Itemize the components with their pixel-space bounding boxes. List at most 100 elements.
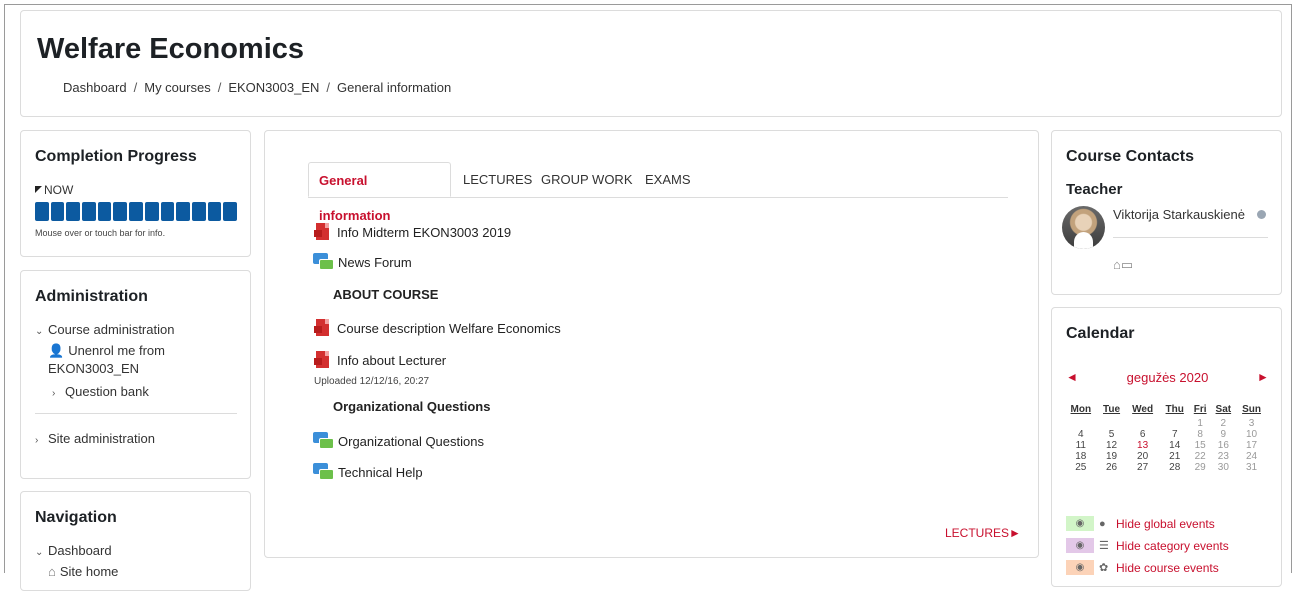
calendar-day[interactable]: 9: [1211, 429, 1236, 440]
progress-segment[interactable]: [144, 202, 159, 221]
activity-news-forum[interactable]: News Forum: [313, 253, 412, 271]
calendar-day[interactable]: 26: [1098, 462, 1126, 473]
chevron-right-icon: ›: [35, 435, 39, 446]
upload-date: Uploaded 12/12/16, 20:27: [314, 376, 430, 387]
calendar-day[interactable]: 11: [1064, 440, 1098, 451]
calendar-day[interactable]: 8: [1190, 429, 1211, 440]
activity-label: Organizational Questions: [338, 433, 484, 449]
now-indicator: NOW: [35, 183, 73, 197]
progress-bar[interactable]: [35, 202, 237, 221]
course-administration-node[interactable]: ⌄ Course administration: [35, 322, 174, 337]
hide-category-events-label: Hide category events: [1116, 538, 1229, 553]
tab-exams[interactable]: EXAMS: [635, 162, 701, 197]
chevron-right-icon: ›: [52, 388, 56, 399]
calendar-day[interactable]: 21: [1160, 451, 1190, 462]
calendar-day[interactable]: 22: [1190, 451, 1211, 462]
progress-segment[interactable]: [82, 202, 96, 221]
breadcrumb-course[interactable]: EKON3003_EN: [228, 80, 319, 95]
calendar-day[interactable]: 7: [1160, 429, 1190, 440]
pdf-icon: [314, 319, 330, 338]
unenrol-link[interactable]: 👤 Unenrol me from: [48, 343, 165, 359]
course-icon: ✿: [1099, 561, 1109, 574]
calendar-day[interactable]: 18: [1064, 451, 1098, 462]
breadcrumb-my-courses[interactable]: My courses: [144, 80, 210, 95]
progress-segment[interactable]: [113, 202, 128, 221]
breadcrumb-separator: /: [326, 80, 331, 95]
teacher-role-label: Teacher: [1066, 181, 1123, 198]
unenrol-link-line2[interactable]: EKON3003_EN: [48, 361, 139, 376]
progress-segment[interactable]: [129, 202, 143, 221]
home-icon: ⌂: [48, 564, 56, 579]
calendar-day[interactable]: 3: [1236, 418, 1267, 429]
progress-segment[interactable]: [176, 202, 190, 221]
breadcrumb-current[interactable]: General information: [337, 80, 451, 95]
course-contacts-block: Course Contacts Teacher Viktorija Starka…: [1051, 130, 1282, 295]
hide-global-events[interactable]: ◉ ● Hide global events: [1066, 516, 1215, 531]
nav-dashboard[interactable]: ⌄ Dashboard: [35, 543, 112, 558]
activity-label: News Forum: [338, 254, 412, 270]
tab-lectures[interactable]: LECTURES: [453, 162, 542, 197]
tab-group-work[interactable]: GROUP WORK: [531, 162, 643, 197]
tab-general-information[interactable]: General information: [308, 162, 451, 223]
message-icons[interactable]: ⌂▭: [1113, 257, 1133, 273]
calendar-day[interactable]: 14: [1160, 440, 1190, 451]
calendar-day[interactable]: 31: [1236, 462, 1267, 473]
calendar-day[interactable]: 25: [1064, 462, 1098, 473]
chevron-down-icon: ⌄: [35, 547, 44, 558]
progress-segment[interactable]: [160, 202, 175, 221]
activity-info-lecturer[interactable]: Info about Lecturer: [314, 351, 446, 370]
nav-site-home[interactable]: ⌂ Site home: [48, 564, 118, 579]
calendar-day[interactable]: 2: [1211, 418, 1236, 429]
activity-technical-help[interactable]: Technical Help: [313, 463, 423, 481]
calendar-day[interactable]: 23: [1211, 451, 1236, 462]
calendar-day[interactable]: 16: [1211, 440, 1236, 451]
chevron-down-icon: ⌄: [35, 326, 44, 337]
progress-segment[interactable]: [191, 202, 206, 221]
calendar-day[interactable]: 28: [1160, 462, 1190, 473]
calendar-day[interactable]: 10: [1236, 429, 1267, 440]
calendar-day[interactable]: 19: [1098, 451, 1126, 462]
calendar-day[interactable]: 15: [1190, 440, 1211, 451]
teacher-name[interactable]: Viktorija Starkauskienė: [1113, 207, 1245, 222]
activity-label: Course description Welfare Economics: [337, 321, 561, 336]
user-icon: 👤: [48, 343, 65, 358]
calendar-day[interactable]: 4: [1064, 429, 1098, 440]
activity-info-midterm[interactable]: Info Midterm EKON3003 2019: [314, 223, 511, 242]
calendar-prev-icon[interactable]: ◄: [1066, 370, 1078, 384]
progress-segment[interactable]: [50, 202, 65, 221]
breadcrumb-dashboard[interactable]: Dashboard: [63, 80, 127, 95]
calendar-month: gegužės 2020: [1126, 370, 1209, 385]
course-administration-label: Course administration: [48, 322, 175, 337]
forum-icon: [313, 463, 334, 481]
question-bank-node[interactable]: › Question bank: [52, 384, 149, 399]
calendar-day[interactable]: 30: [1211, 462, 1236, 473]
avatar[interactable]: [1062, 206, 1105, 249]
calendar-day[interactable]: 29: [1190, 462, 1211, 473]
next-section-link[interactable]: LECTURES►: [945, 526, 1021, 540]
calendar-day[interactable]: 27: [1125, 462, 1159, 473]
hide-category-events[interactable]: ◉ ☰ Hide category events: [1066, 538, 1229, 553]
calendar-day: [1125, 418, 1159, 429]
calendar-day[interactable]: 6: [1125, 429, 1159, 440]
calendar-next-icon[interactable]: ►: [1257, 370, 1269, 384]
calendar-day[interactable]: 24: [1236, 451, 1267, 462]
calendar-day[interactable]: 17: [1236, 440, 1267, 451]
site-administration-node[interactable]: › Site administration: [35, 431, 155, 446]
progress-segment[interactable]: [223, 202, 237, 221]
calendar-day[interactable]: 5: [1098, 429, 1126, 440]
calendar-day[interactable]: 13: [1125, 440, 1159, 451]
breadcrumb-separator: /: [133, 80, 138, 95]
activity-course-description[interactable]: Course description Welfare Economics: [314, 319, 561, 338]
online-status-icon: [1257, 210, 1266, 219]
calendar-day[interactable]: 20: [1125, 451, 1159, 462]
breadcrumb: Dashboard / My courses / EKON3003_EN / General…: [63, 80, 451, 95]
activity-organizational-questions[interactable]: Organizational Questions: [313, 432, 484, 450]
progress-segment[interactable]: [66, 202, 81, 221]
progress-segment[interactable]: [97, 202, 112, 221]
calendar-day[interactable]: 12: [1098, 440, 1126, 451]
progress-segment[interactable]: [35, 202, 49, 221]
progress-segment[interactable]: [207, 202, 222, 221]
divider: [1113, 237, 1268, 238]
unenrol-label-1: Unenrol me from: [68, 343, 165, 358]
calendar-day[interactable]: 1: [1190, 418, 1211, 429]
